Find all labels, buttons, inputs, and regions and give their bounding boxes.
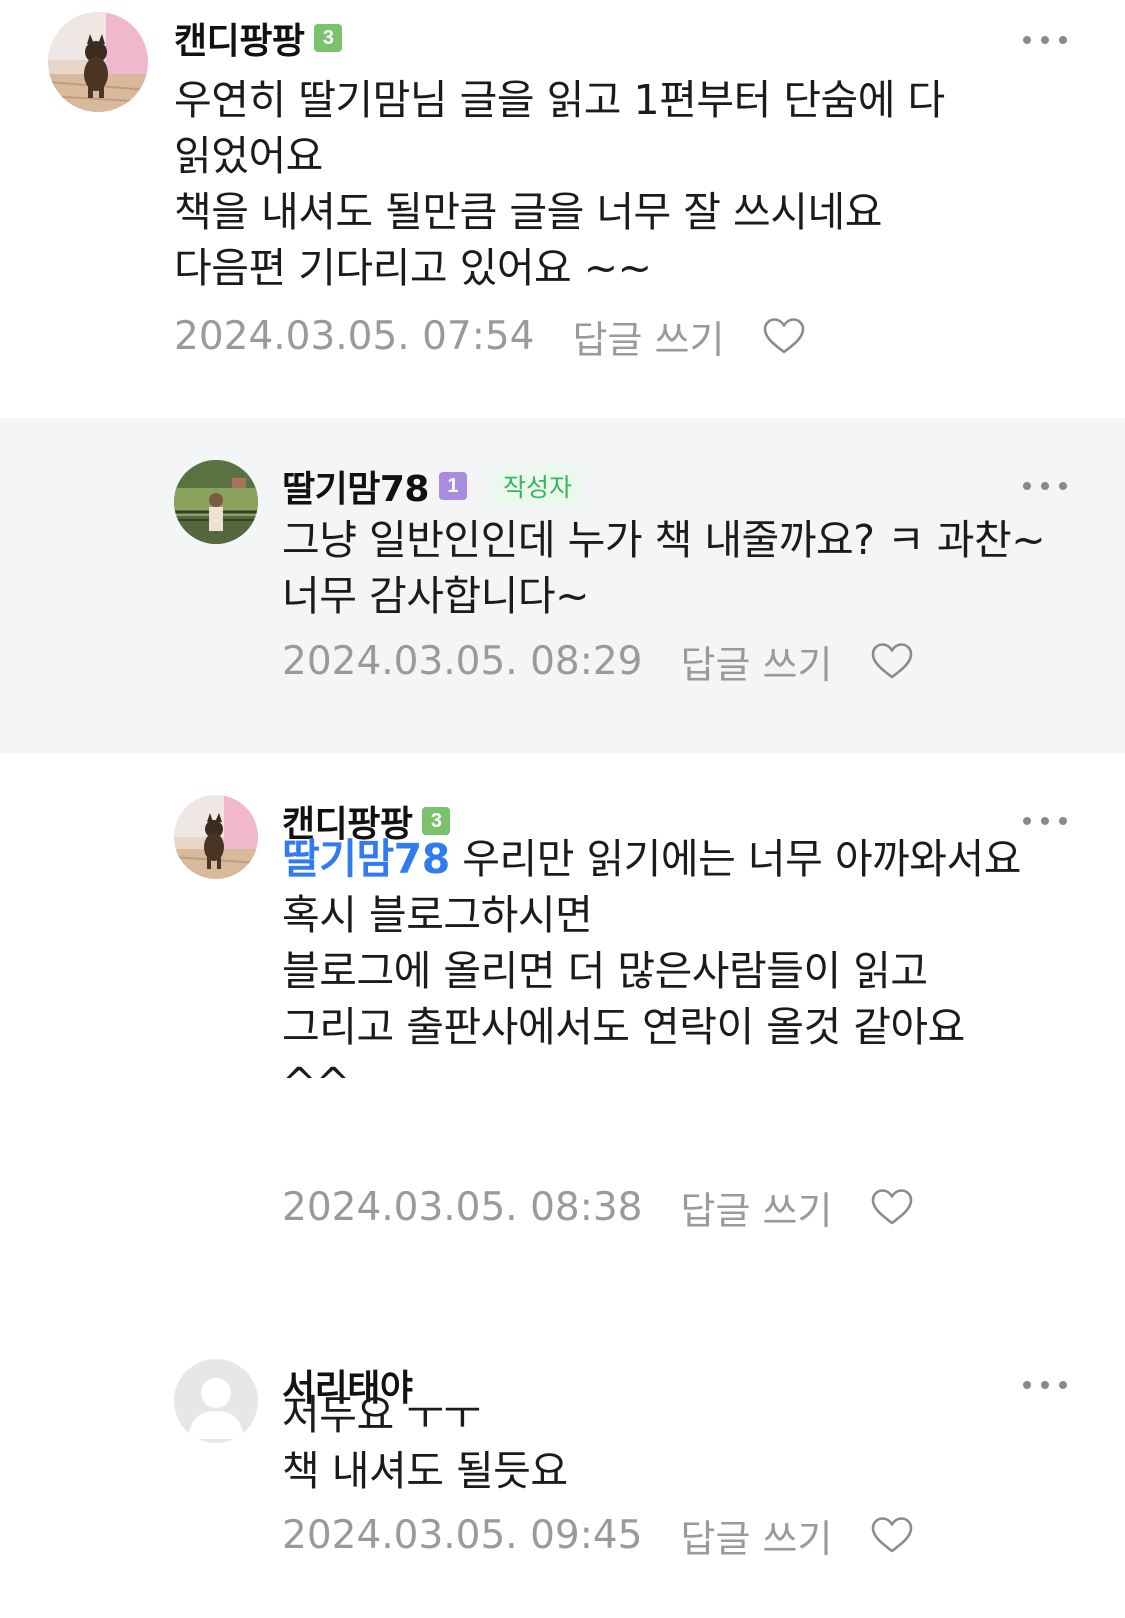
- more-dots-icon: [1059, 817, 1067, 825]
- more-dots-icon: [1059, 482, 1067, 490]
- default-person-avatar-icon: [174, 1359, 258, 1443]
- like-button[interactable]: [870, 1515, 914, 1555]
- reply-button[interactable]: 답글 쓰기: [680, 1508, 832, 1563]
- level-badge: 3: [314, 24, 343, 52]
- more-options-button[interactable]: [1023, 809, 1067, 833]
- dog-photo-avatar-icon: [174, 795, 258, 879]
- more-dots-icon: [1023, 817, 1031, 825]
- comment-meta: 2024.03.05. 08:29 답글 쓰기: [282, 631, 914, 691]
- heart-outline-icon: [872, 1189, 913, 1225]
- mention-link[interactable]: 딸기맘78: [282, 835, 450, 883]
- reply-button[interactable]: 답글 쓰기: [572, 309, 724, 364]
- avatar[interactable]: [48, 12, 148, 112]
- heart-outline-icon: [872, 1517, 913, 1553]
- avatar[interactable]: [174, 460, 258, 544]
- comment-meta: 2024.03.05. 07:54 답글 쓰기: [174, 306, 806, 366]
- more-dots-icon: [1041, 482, 1049, 490]
- heart-outline-icon: [872, 643, 913, 679]
- level-badge: 1: [438, 472, 467, 500]
- nickname[interactable]: 딸기맘78: [282, 460, 429, 512]
- more-dots-icon: [1023, 482, 1031, 490]
- more-options-button[interactable]: [1023, 28, 1067, 52]
- comment-text: 우연히 딸기맘님 글을 읽고 1편부터 단숨에 다 읽었어요 책을 내셔도 될만…: [174, 76, 945, 292]
- more-dots-icon: [1059, 36, 1067, 44]
- dog-photo-avatar-icon: [48, 12, 148, 112]
- like-button[interactable]: [762, 316, 806, 356]
- comment-date: 2024.03.05. 07:54: [174, 313, 535, 359]
- garden-person-photo-avatar-icon: [174, 460, 258, 544]
- comment-date: 2024.03.05. 08:29: [282, 638, 643, 684]
- comment-meta: 2024.03.05. 09:45 답글 쓰기: [282, 1505, 914, 1565]
- comment-date: 2024.03.05. 08:38: [282, 1184, 643, 1230]
- comment-header: 딸기맘78 1 작성자: [282, 458, 584, 514]
- comment-date: 2024.03.05. 09:45: [282, 1512, 643, 1558]
- reply-button[interactable]: 답글 쓰기: [680, 634, 832, 689]
- comment-meta: 2024.03.05. 08:38 답글 쓰기: [282, 1177, 914, 1237]
- comment-text: 저두요 ㅜㅜ 책 내셔도 될듯요: [282, 1391, 568, 1495]
- comment-text: 그냥 일반인인데 누가 책 내줄까요? ㅋ 과찬~너무 감사합니다~: [282, 516, 1046, 620]
- comment-text: 딸기맘78 우리만 읽기에는 너무 아까와서요 혹시 블로그하시면 블로그에 올…: [282, 831, 1085, 1111]
- more-options-button[interactable]: [1023, 474, 1067, 498]
- avatar[interactable]: [174, 1359, 258, 1443]
- comment-header: 캔디팡팡 3: [174, 10, 343, 66]
- reply-comment-item: 서리태야 저두요 ㅜㅜ 책 내셔도 될듯요 2024.03.05. 09:45 …: [0, 1305, 1125, 1618]
- reply-comment-item: 캔디팡팡 3 딸기맘78 우리만 읽기에는 너무 아까와서요 혹시 블로그하시면…: [0, 753, 1125, 1305]
- like-button[interactable]: [870, 641, 914, 681]
- nickname[interactable]: 캔디팡팡: [174, 12, 305, 64]
- reply-button[interactable]: 답글 쓰기: [680, 1180, 832, 1235]
- reply-comment-item: 딸기맘78 1 작성자 그냥 일반인인데 누가 책 내줄까요? ㅋ 과찬~너무 …: [0, 418, 1125, 753]
- more-dots-icon: [1023, 36, 1031, 44]
- like-button[interactable]: [870, 1187, 914, 1227]
- avatar[interactable]: [174, 795, 258, 879]
- heart-outline-icon: [764, 318, 805, 354]
- more-dots-icon: [1041, 817, 1049, 825]
- more-dots-icon: [1041, 36, 1049, 44]
- author-badge: 작성자: [490, 465, 584, 507]
- comment-item: 캔디팡팡 3 우연히 딸기맘님 글을 읽고 1편부터 단숨에 다 읽었어요 책을…: [0, 0, 1125, 418]
